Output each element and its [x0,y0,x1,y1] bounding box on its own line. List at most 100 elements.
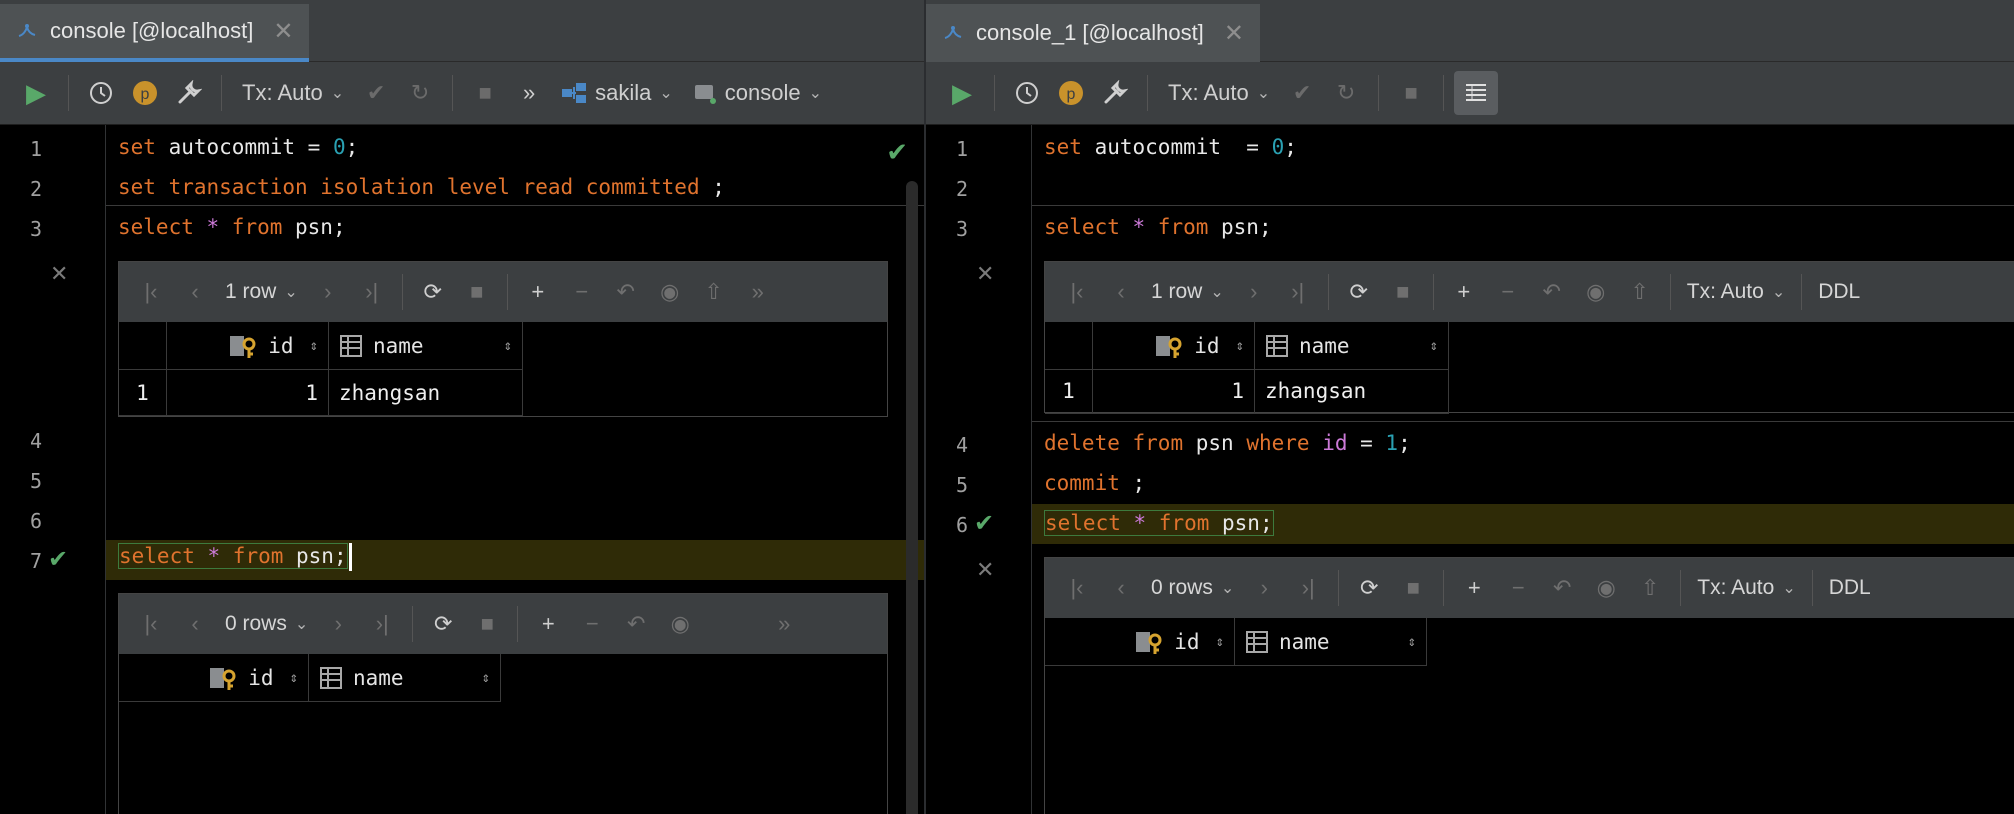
close-tab-icon[interactable]: ✕ [1224,19,1244,48]
add-row-icon[interactable]: + [526,602,570,646]
code-line-5[interactable]: commit ; [1044,471,1145,495]
next-page-icon[interactable]: › [1242,566,1286,610]
prev-page-icon[interactable]: ‹ [173,270,217,314]
refresh-icon[interactable]: ⟳ [411,270,455,314]
commit-check-icon[interactable]: ✔ [354,71,398,115]
vertical-scrollbar[interactable] [906,181,918,814]
table-row[interactable]: 1 1 zhangsan [119,370,523,416]
revert-icon[interactable]: ↶ [1540,566,1584,610]
add-row-icon[interactable]: + [1442,270,1486,314]
revert-icon[interactable]: ↶ [1530,270,1574,314]
tab-console[interactable]: console [@localhost] ✕ [0,4,310,62]
first-page-icon[interactable]: |‹ [129,602,173,646]
preview-icon[interactable]: ◉ [1584,566,1628,610]
code-line-3[interactable]: select * from psn; [118,215,346,239]
last-page-icon[interactable]: ›| [360,602,404,646]
preview-icon[interactable]: ◉ [1574,270,1618,314]
close-tab-icon[interactable]: ✕ [273,17,293,46]
ddl-button[interactable]: DDL [1821,566,1879,610]
code-line-7[interactable]: select * from psn; [118,543,352,571]
session-selector[interactable]: console ⌄ [683,71,832,115]
column-header-name[interactable]: name ⇕ [309,654,501,702]
close-result-icon[interactable]: ✕ [976,261,994,287]
rollback-undo-icon[interactable]: ↻ [398,71,442,115]
sort-icon[interactable]: ⇕ [482,670,490,686]
last-page-icon[interactable]: ›| [350,270,394,314]
column-header-id[interactable]: id ⇕ [1093,322,1255,370]
tab-console-1[interactable]: console_1 [@localhost] ✕ [926,4,1260,62]
submit-icon[interactable]: ⇧ [692,270,736,314]
cell-id[interactable]: 1 [167,370,329,416]
code-line-2[interactable]: set transaction isolation level read com… [118,175,725,199]
first-page-icon[interactable]: |‹ [1055,270,1099,314]
schema-selector[interactable]: sakila ⌄ [551,71,683,115]
table-row[interactable]: 1 1 zhangsan [1045,368,1449,414]
rows-count-dropdown[interactable]: 0 rows ⌄ [1143,566,1242,610]
history-icon[interactable] [79,71,123,115]
next-page-icon[interactable]: › [1232,270,1276,314]
column-header-name[interactable]: name ⇕ [329,322,523,370]
tx-mode-dropdown[interactable]: Tx: Auto ⌄ [232,71,354,115]
column-header-id[interactable]: id ⇕ [167,322,329,370]
prev-page-icon[interactable]: ‹ [1099,566,1143,610]
cell-id[interactable]: 1 [1093,368,1255,414]
sort-icon[interactable]: ⇕ [290,670,298,686]
sort-icon[interactable]: ⇕ [310,338,318,354]
first-page-icon[interactable]: |‹ [129,270,173,314]
tx-mode-dropdown[interactable]: Tx: Auto ⌄ [1679,270,1793,314]
close-result-icon[interactable]: ✕ [50,261,68,287]
column-header-id[interactable]: id ⇕ [1075,618,1235,666]
tx-mode-dropdown[interactable]: Tx: Auto ⌄ [1158,71,1280,115]
column-header-name[interactable]: name ⇕ [1255,322,1449,370]
stop-icon[interactable]: ■ [463,71,507,115]
stop-icon[interactable]: ■ [1381,270,1425,314]
stop-icon[interactable]: ■ [455,270,499,314]
code-line-6[interactable]: select * from psn; [1044,510,1274,536]
p-badge-icon[interactable]: p [123,71,167,115]
history-icon[interactable] [1005,71,1049,115]
play-icon[interactable]: ▶ [940,71,984,115]
play-icon[interactable]: ▶ [14,71,58,115]
preview-icon[interactable]: ◉ [658,602,702,646]
code-line-3[interactable]: select * from psn; [1044,215,1272,239]
cell-name[interactable]: zhangsan [1255,368,1449,414]
column-header-id[interactable]: id ⇕ [149,654,309,702]
code-line-1[interactable]: set autocommit = 0; [1044,135,1297,159]
submit-icon[interactable]: ⇧ [1618,270,1662,314]
commit-check-icon[interactable]: ✔ [1280,71,1324,115]
close-result-icon[interactable]: ✕ [976,557,994,583]
prev-page-icon[interactable]: ‹ [173,602,217,646]
wrench-icon[interactable] [1093,71,1137,115]
revert-icon[interactable]: ↶ [604,270,648,314]
sql-editor[interactable]: 1 2 3 4 5 6 7 ✕ ✔ ✔ set autocommit = 0; … [0,125,924,814]
stop-icon[interactable]: ■ [465,602,509,646]
tx-mode-dropdown[interactable]: Tx: Auto ⌄ [1689,566,1803,610]
last-page-icon[interactable]: ›| [1286,566,1330,610]
more-actions-icon[interactable]: » [736,270,780,314]
last-page-icon[interactable]: ›| [1276,270,1320,314]
revert-icon[interactable]: ↶ [614,602,658,646]
refresh-icon[interactable]: ⟳ [1337,270,1381,314]
column-header-name[interactable]: name ⇕ [1235,618,1427,666]
sort-icon[interactable]: ⇕ [1236,338,1244,354]
prev-page-icon[interactable]: ‹ [1099,270,1143,314]
stop-icon[interactable]: ■ [1389,71,1433,115]
code-line-4[interactable]: delete from psn where id = 1; [1044,431,1411,455]
sort-icon[interactable]: ⇕ [1408,634,1416,650]
sort-icon[interactable]: ⇕ [1216,634,1224,650]
more-actions-icon[interactable]: » [762,602,806,646]
rollback-undo-icon[interactable]: ↻ [1324,71,1368,115]
grid-view-icon[interactable] [1454,71,1499,115]
add-row-icon[interactable]: + [516,270,560,314]
sql-editor[interactable]: 1 2 3 4 5 6 ✕ ✕ ✔ set autocommit = 0; se… [926,125,2014,814]
sort-icon[interactable]: ⇕ [1430,338,1438,354]
rows-count-dropdown[interactable]: 1 row ⌄ [217,270,306,314]
first-page-icon[interactable]: |‹ [1055,566,1099,610]
stop-icon[interactable]: ■ [1391,566,1435,610]
next-page-icon[interactable]: › [306,270,350,314]
code-line-1[interactable]: set autocommit = 0; [118,135,358,159]
add-row-icon[interactable]: + [1452,566,1496,610]
refresh-icon[interactable]: ⟳ [1347,566,1391,610]
sort-icon[interactable]: ⇕ [504,338,512,354]
remove-row-icon[interactable]: − [1486,270,1530,314]
